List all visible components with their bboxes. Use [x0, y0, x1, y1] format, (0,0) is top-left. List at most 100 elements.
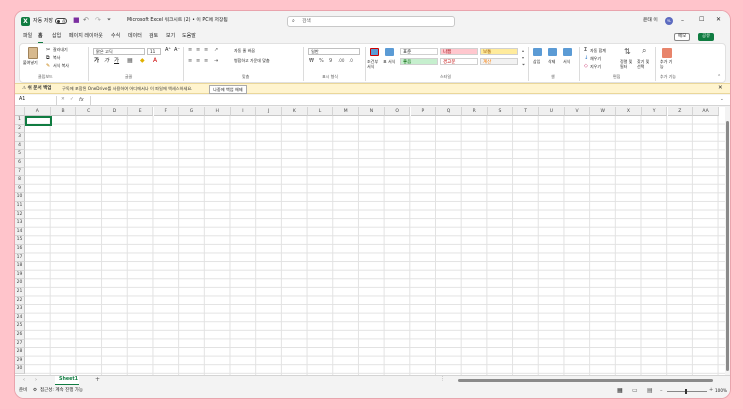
column-header[interactable]: S	[487, 107, 514, 116]
save-icon[interactable]: ■	[73, 17, 80, 24]
vertical-scrollbar[interactable]	[725, 107, 730, 382]
row-header[interactable]: 27	[15, 339, 25, 349]
font-size-select[interactable]: 11	[147, 48, 161, 55]
copy-icon[interactable]: ⧉	[46, 56, 50, 61]
gallery-up-icon[interactable]: ▴	[522, 49, 524, 53]
function-icon[interactable]: fx	[79, 97, 84, 103]
tab-splitter-icon[interactable]: ⋮	[440, 377, 445, 382]
column-header[interactable]: D	[102, 107, 128, 116]
zoom-out-icon[interactable]: –	[660, 388, 663, 394]
row-header[interactable]: 10	[15, 193, 25, 202]
align-left-icon[interactable]: ≡	[188, 59, 192, 64]
zoom-level[interactable]: 100%	[715, 388, 727, 393]
column-header[interactable]: I	[230, 107, 257, 116]
row-header[interactable]: 13	[15, 219, 25, 228]
page-layout-view-icon[interactable]: ▭	[632, 388, 638, 394]
cut-button[interactable]: 잘라내기	[53, 48, 68, 52]
addins-button[interactable]: 추가 기능	[660, 59, 675, 70]
paste-icon[interactable]	[28, 47, 38, 59]
indent-icon[interactable]: ⇥	[214, 59, 218, 64]
name-box[interactable]: A1	[17, 96, 57, 105]
formula-input[interactable]	[90, 96, 720, 105]
memo-button[interactable]: 메모	[674, 33, 691, 41]
align-bottom-icon[interactable]: ≡	[204, 48, 208, 53]
row-header[interactable]: 23	[15, 305, 25, 314]
zoom-in-icon[interactable]: +	[709, 388, 713, 393]
find-select-button[interactable]: 찾기 및 선택	[637, 59, 653, 70]
row-header[interactable]: 20	[15, 279, 25, 288]
row-header[interactable]: 21	[15, 288, 25, 297]
shrink-font-icon[interactable]: A⁻	[174, 48, 180, 53]
copy-button[interactable]: 복사	[53, 56, 60, 60]
align-center-icon[interactable]: ≡	[196, 59, 200, 64]
tab-page-layout[interactable]: 페이지 레이아웃	[69, 31, 103, 42]
column-header[interactable]: T	[513, 107, 539, 116]
prev-sheet-icon[interactable]: ‹	[23, 378, 25, 383]
font-name-select[interactable]: 맑은 고딕	[93, 48, 145, 55]
row-header[interactable]: 14	[15, 227, 25, 237]
column-header[interactable]: R	[461, 107, 488, 116]
cell-style-item[interactable]: 경고문	[440, 58, 478, 65]
tab-home[interactable]: 홈	[38, 31, 43, 43]
grow-font-icon[interactable]: A⁺	[165, 48, 171, 53]
comma-icon[interactable]: 9	[329, 59, 332, 64]
number-format-select[interactable]: 일반	[308, 48, 360, 55]
insert-cells-button[interactable]: 삽입	[533, 60, 540, 64]
row-header[interactable]: 4	[15, 141, 25, 151]
next-sheet-icon[interactable]: ›	[35, 378, 37, 383]
column-header[interactable]: P	[410, 107, 437, 116]
addins-icon[interactable]	[662, 48, 672, 58]
row-header[interactable]: 17	[15, 253, 25, 263]
backup-later-button[interactable]: 나중에 백업 해제	[209, 85, 247, 95]
insert-cells-icon[interactable]	[533, 48, 542, 56]
tab-insert[interactable]: 삽입	[52, 31, 61, 42]
row-header[interactable]: 24	[15, 313, 25, 323]
autosum-icon[interactable]: Σ	[584, 48, 587, 53]
delete-cells-icon[interactable]	[548, 48, 557, 56]
paste-button[interactable]: 붙여넣기	[23, 61, 38, 65]
gallery-more-icon[interactable]: ⏷	[522, 63, 525, 67]
column-header[interactable]: AA	[693, 107, 719, 116]
cell-style-item[interactable]: 좋음	[400, 58, 438, 65]
cell-style-item[interactable]: 표준	[400, 48, 438, 55]
format-cells-button[interactable]: 서식	[563, 60, 570, 64]
row-header[interactable]: 7	[15, 167, 25, 177]
row-header[interactable]: 19	[15, 270, 25, 280]
column-header[interactable]: M	[333, 107, 360, 116]
row-header[interactable]: 26	[15, 331, 25, 340]
row-header[interactable]: 18	[15, 262, 25, 271]
undo-icon[interactable]: ↶	[83, 17, 89, 24]
wrap-text-button[interactable]: 자동 줄 바꿈	[234, 49, 255, 53]
column-header[interactable]: Z	[667, 107, 694, 116]
find-icon[interactable]: ⌕	[642, 47, 646, 55]
column-header[interactable]: C	[76, 107, 103, 116]
avatar[interactable]: YL	[665, 17, 673, 25]
row-header[interactable]: 9	[15, 184, 25, 194]
format-painter-button[interactable]: 서식 복사	[53, 64, 69, 68]
column-header[interactable]: B	[50, 107, 77, 116]
column-header[interactable]: E	[127, 107, 154, 116]
orientation-icon[interactable]: ↗	[214, 48, 218, 53]
row-header[interactable]: 28	[15, 348, 25, 357]
row-header[interactable]: 6	[15, 159, 25, 168]
column-header[interactable]: H	[204, 107, 231, 116]
row-header[interactable]: 5	[15, 150, 25, 159]
active-cell[interactable]	[25, 116, 52, 126]
fill-icon[interactable]: ↓	[584, 56, 588, 61]
align-right-icon[interactable]: ≡	[204, 59, 208, 64]
row-header[interactable]: 16	[15, 245, 25, 254]
worksheet-grid[interactable]: A B C D E F G H I J K L M N O P Q R S T U V W X Y Z AA 1 2 3 4 5 6 7 8 9 10…	[15, 107, 725, 382]
decrease-decimal-icon[interactable]: .0	[349, 59, 353, 63]
user-name[interactable]: 윤태 이	[643, 18, 658, 24]
cell-style-item[interactable]: 보통	[480, 48, 518, 55]
enter-icon[interactable]: ✓	[70, 97, 74, 103]
column-header[interactable]: W	[590, 107, 617, 116]
normal-view-icon[interactable]: ▦	[617, 388, 623, 394]
clear-icon[interactable]: ◇	[584, 64, 588, 69]
conditional-format-button[interactable]: 조건부 서식	[367, 59, 381, 70]
minimize-icon[interactable]: –	[681, 18, 684, 24]
page-break-view-icon[interactable]: ▤	[647, 388, 653, 394]
column-header[interactable]: Y	[641, 107, 668, 116]
tab-review[interactable]: 검토	[149, 31, 158, 42]
column-header[interactable]: L	[307, 107, 334, 116]
